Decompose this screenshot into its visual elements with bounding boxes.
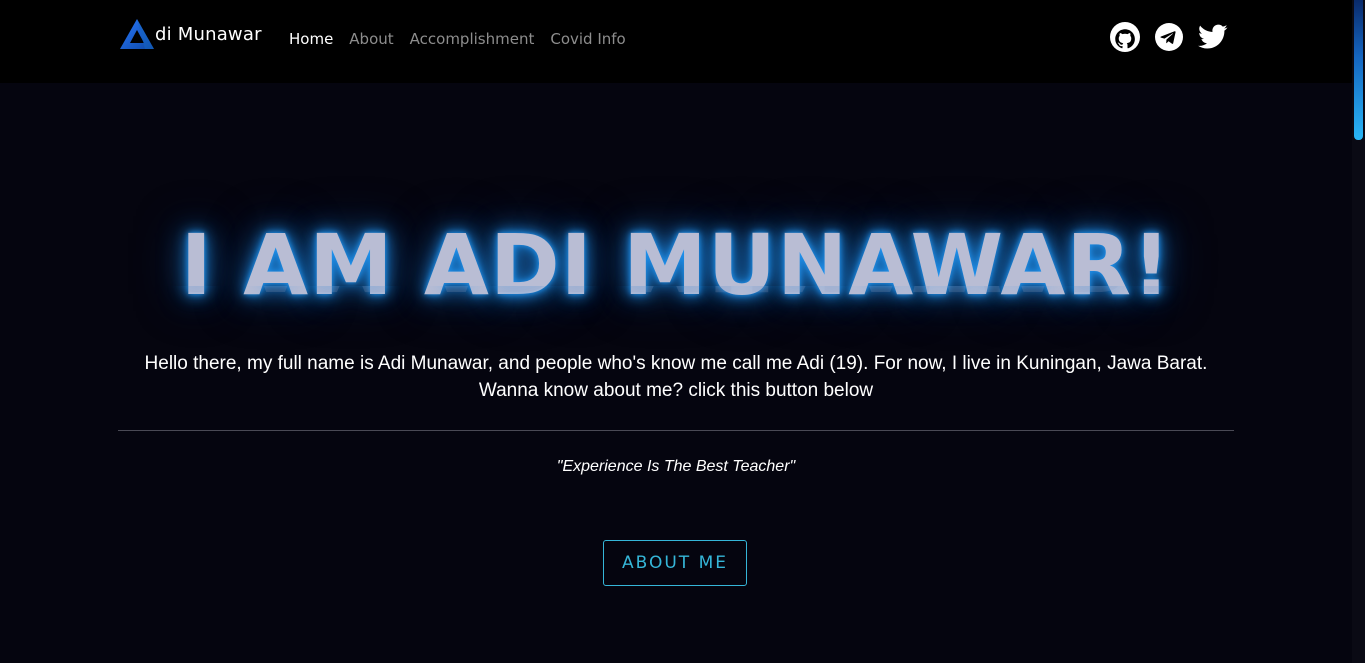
page: di Munawar Home About Accomplishment Cov…: [0, 0, 1365, 663]
nav-link-covid-info[interactable]: Covid Info: [550, 30, 625, 48]
nav-link-home[interactable]: Home: [289, 30, 333, 48]
telegram-icon[interactable]: [1154, 22, 1184, 52]
triangle-a-logo-icon: [120, 19, 154, 49]
intro-text: Hello there, my full name is Adi Munawar…: [144, 353, 1208, 401]
nav-link-about[interactable]: About: [349, 30, 393, 48]
divider: [118, 430, 1234, 431]
nav-links: Home About Accomplishment Covid Info: [289, 30, 642, 48]
brand-link[interactable]: di Munawar: [119, 18, 262, 50]
scrollbar[interactable]: [1352, 0, 1365, 663]
nav-link-accomplishment[interactable]: Accomplishment: [410, 30, 535, 48]
twitter-icon[interactable]: [1198, 22, 1228, 52]
quote-text: "Experience Is The Best Teacher": [556, 458, 796, 475]
about-me-button[interactable]: ABOUT ME: [603, 540, 747, 586]
navbar: di Munawar Home About Accomplishment Cov…: [0, 0, 1352, 83]
hero-title-wrap: I AM ADI MUNAWAR!: [0, 215, 1352, 315]
scrollbar-thumb[interactable]: [1354, 0, 1363, 140]
brand-text: di Munawar: [155, 23, 262, 45]
hero-title: I AM ADI MUNAWAR!: [180, 216, 1172, 314]
social-links: [1110, 22, 1228, 52]
github-icon[interactable]: [1110, 22, 1140, 52]
